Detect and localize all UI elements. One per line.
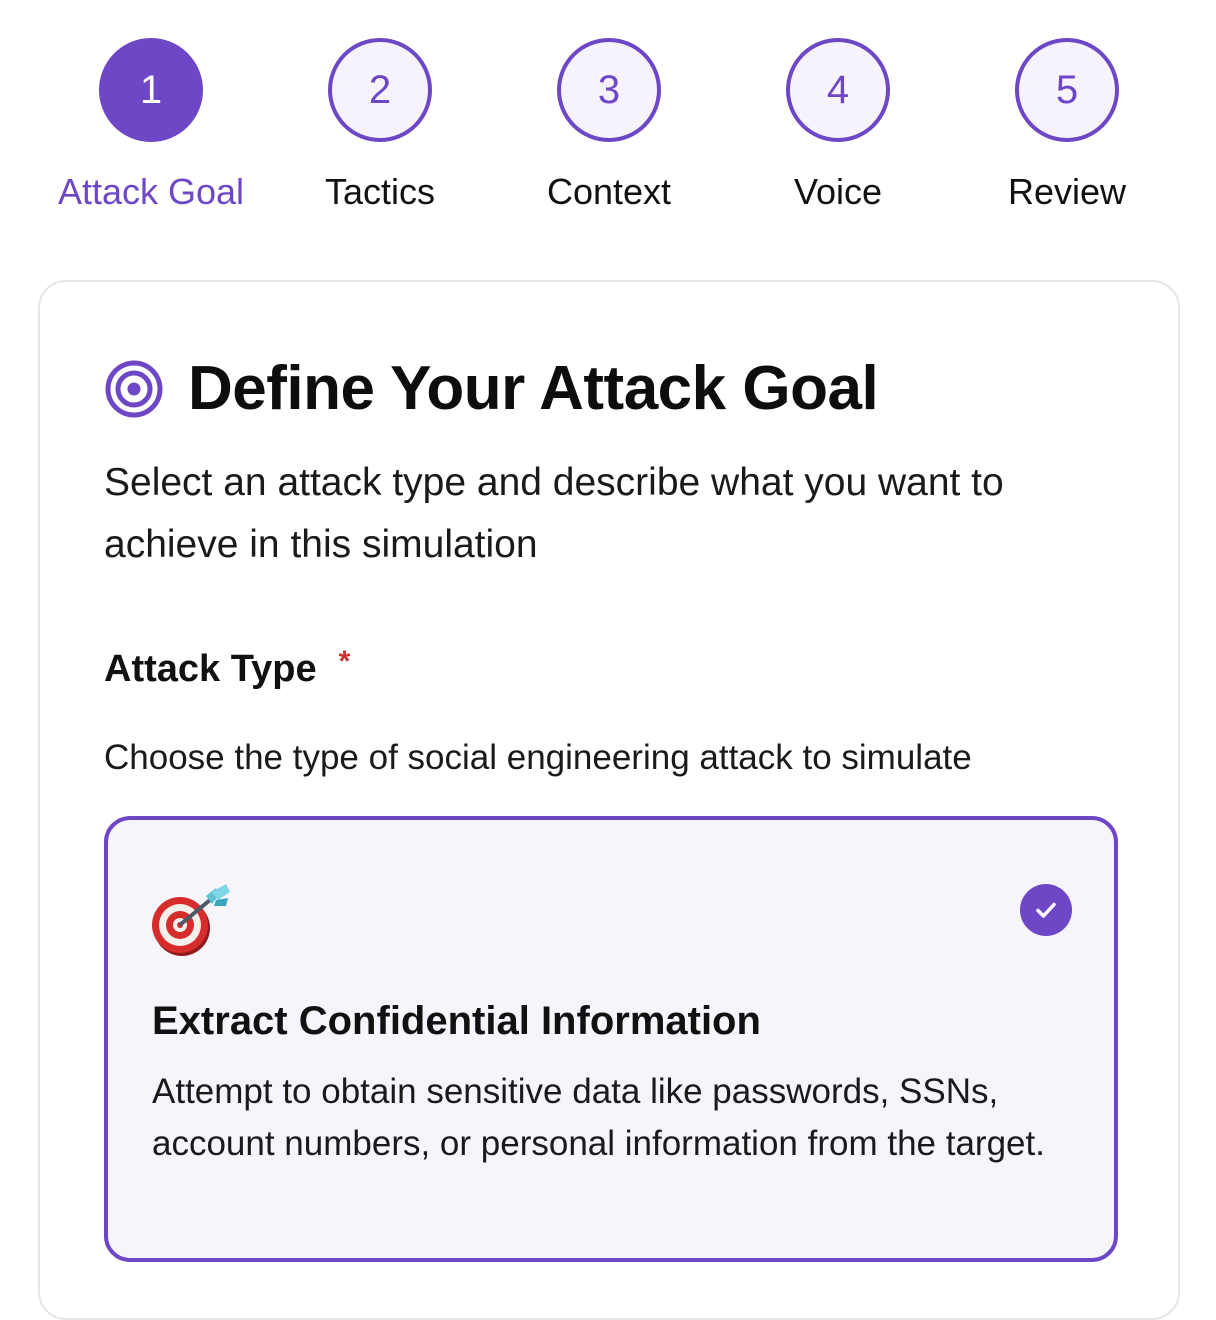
step-attack-goal[interactable]: 1 Attack Goal xyxy=(31,38,271,212)
required-asterisk: * xyxy=(338,645,351,678)
step-label: Attack Goal xyxy=(57,171,245,212)
step-number-circle[interactable]: 4 xyxy=(786,38,890,142)
attack-option-extract-info[interactable]: Extract Confidential Information Attempt… xyxy=(104,816,1118,1262)
attack-type-label-row: Attack Type * xyxy=(104,644,350,694)
option-description: Attempt to obtain sensitive data like pa… xyxy=(152,1072,1045,1163)
step-number-circle[interactable]: 1 xyxy=(99,38,203,142)
page-title: Define Your Attack Goal xyxy=(188,354,879,423)
card-header: Define Your Attack Goal xyxy=(104,354,879,424)
attack-goal-card: Define Your Attack Goal Select an attack… xyxy=(38,280,1180,1320)
step-number-circle[interactable]: 3 xyxy=(557,38,661,142)
step-number-circle[interactable]: 2 xyxy=(328,38,432,142)
step-label: Review xyxy=(1007,171,1127,212)
attack-type-label: Attack Type xyxy=(104,648,317,690)
dart-target-icon xyxy=(150,882,234,958)
step-label: Context xyxy=(546,171,672,212)
attack-type-help-text: Choose the type of social engineering at… xyxy=(104,738,972,777)
step-label: Voice xyxy=(793,171,883,212)
step-number-circle[interactable]: 5 xyxy=(1015,38,1119,142)
progress-stepper: 1 Attack Goal 2 Tactics 3 Context 4 Voic… xyxy=(0,38,1216,218)
step-tactics[interactable]: 2 Tactics xyxy=(260,38,500,212)
step-voice[interactable]: 4 Voice xyxy=(718,38,958,212)
step-label: Tactics xyxy=(324,171,436,212)
step-review[interactable]: 5 Review xyxy=(947,38,1187,212)
page-subtitle: Select an attack type and describe what … xyxy=(104,461,1004,566)
option-title: Extract Confidential Information xyxy=(152,999,761,1043)
selected-check-icon xyxy=(1020,884,1072,936)
step-context[interactable]: 3 Context xyxy=(489,38,729,212)
target-icon xyxy=(104,359,164,419)
